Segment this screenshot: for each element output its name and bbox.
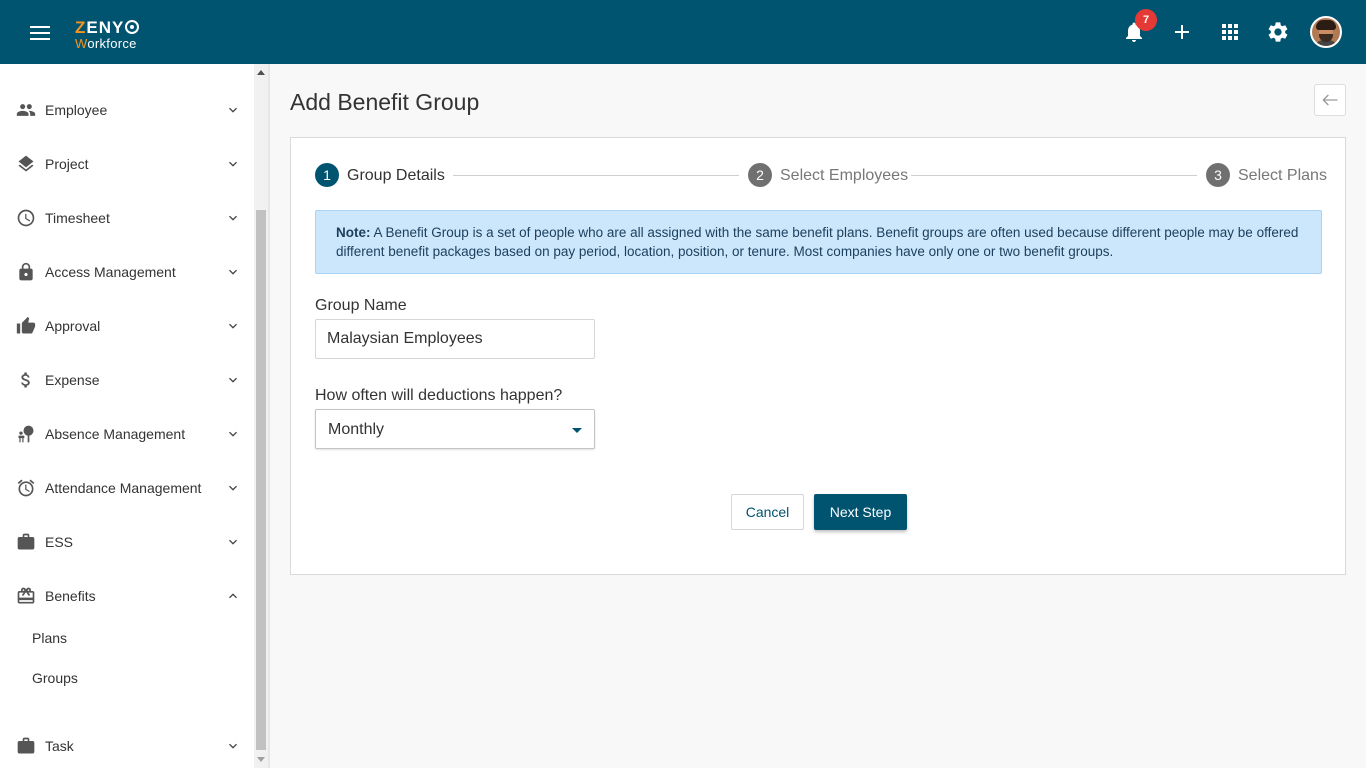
layers-icon xyxy=(18,155,34,172)
people-icon xyxy=(16,104,36,116)
group-name-label: Group Name xyxy=(315,297,407,314)
scroll-down-arrow[interactable] xyxy=(257,757,265,762)
logo-text-bottom: orkforce xyxy=(87,36,137,51)
arrow-left-icon xyxy=(1322,94,1338,106)
sidebar-item-label: Employee xyxy=(45,102,108,118)
sidebar-item-label: Task xyxy=(45,738,74,754)
chevron-down-icon xyxy=(229,215,237,221)
sidebar-item-absence-management[interactable]: Absence Management xyxy=(0,414,254,458)
chevron-down-icon xyxy=(229,431,237,437)
notification-badge: 7 xyxy=(1135,9,1157,31)
sidebar-item-label: Access Management xyxy=(45,264,176,280)
sidebar-item-label: Benefits xyxy=(45,588,96,604)
scroll-thumb[interactable] xyxy=(256,210,266,750)
deductions-select[interactable]: Monthly xyxy=(315,409,595,449)
page-title: Add Benefit Group xyxy=(290,89,480,115)
briefcase-icon xyxy=(17,533,35,550)
chevron-down-icon xyxy=(229,269,237,275)
step-connector xyxy=(453,175,739,176)
deductions-label: How often will deductions happen? xyxy=(315,387,563,404)
chevron-down-icon xyxy=(229,107,237,113)
chevron-down-icon xyxy=(229,539,237,545)
alarm-icon xyxy=(17,479,35,497)
sidebar-item-label: Approval xyxy=(45,318,101,334)
chevron-down-icon xyxy=(229,485,237,491)
step-2-label: Select Employees xyxy=(780,167,909,184)
avatar[interactable] xyxy=(1310,16,1342,48)
chevron-down-icon xyxy=(229,377,237,383)
sidebar-item-approval[interactable]: Approval xyxy=(0,306,254,350)
sidebar-item-attendance-management[interactable]: Attendance Management xyxy=(0,468,254,512)
sidebar-item-project[interactable]: Project xyxy=(0,144,254,188)
sidebar-item-expense[interactable]: Expense xyxy=(0,360,254,404)
sidebar-item-label: Expense xyxy=(45,372,100,388)
chevron-down-icon xyxy=(229,743,237,749)
info-note: Note: A Benefit Group is a set of people… xyxy=(315,210,1322,274)
sidebar-scrollbar[interactable] xyxy=(254,64,268,768)
sidebar-item-timesheet[interactable]: Timesheet xyxy=(0,198,254,242)
briefcase-icon xyxy=(17,737,35,754)
sidebar-item-ess[interactable]: ESS xyxy=(0,522,254,566)
sidebar-item-benefits[interactable]: Benefits xyxy=(0,576,254,620)
sidebar-item-label: Project xyxy=(45,156,89,172)
step-2-number: 2 xyxy=(748,163,772,187)
lock-icon xyxy=(19,262,33,281)
sidebar-item-label: Absence Management xyxy=(45,426,186,442)
back-button[interactable] xyxy=(1314,84,1346,116)
group-name-input[interactable] xyxy=(315,319,595,359)
caret-down-icon xyxy=(572,428,582,433)
chevron-down-icon xyxy=(229,161,237,167)
step-3-label: Select Plans xyxy=(1238,167,1327,184)
step-1-label: Group Details xyxy=(347,167,445,184)
next-step-button[interactable]: Next Step xyxy=(814,494,907,530)
sidebar: Employee Project Timesheet Access Manage… xyxy=(0,64,254,768)
deductions-select-value: Monthly xyxy=(328,421,385,438)
dollar-icon xyxy=(21,372,30,388)
thumbs-up-icon xyxy=(16,316,36,334)
logo-w: W xyxy=(75,36,88,51)
clock-icon xyxy=(17,209,35,227)
sidebar-subitem-groups[interactable]: Groups xyxy=(32,670,78,686)
note-text: A Benefit Group is a set of people who a… xyxy=(336,225,1299,259)
gift-card-icon xyxy=(17,587,35,604)
scroll-up-arrow[interactable] xyxy=(257,70,265,75)
sidebar-item-label: Attendance Management xyxy=(45,480,202,496)
gear-icon[interactable] xyxy=(1266,20,1290,44)
sidebar-item-access-management[interactable]: Access Management xyxy=(0,252,254,296)
sidebar-item-task[interactable]: Task xyxy=(0,726,254,768)
beach-icon xyxy=(18,425,34,443)
step-1-number: 1 xyxy=(315,163,339,187)
chevron-up-icon xyxy=(229,593,237,599)
chevron-down-icon xyxy=(229,323,237,329)
sidebar-item-label: ESS xyxy=(45,534,74,550)
cancel-button[interactable]: Cancel xyxy=(731,494,804,530)
step-connector xyxy=(911,175,1197,176)
step-3-number: 3 xyxy=(1206,163,1230,187)
note-prefix: Note: xyxy=(336,225,371,240)
sidebar-subitem-plans[interactable]: Plans xyxy=(32,630,67,646)
plus-icon[interactable] xyxy=(1170,20,1194,44)
sidebar-item-label: Timesheet xyxy=(45,210,110,226)
sidebar-divider xyxy=(268,64,270,768)
menu-icon[interactable] xyxy=(30,26,50,40)
form-card: 1 Group Details 2 Select Employees 3 Sel… xyxy=(290,137,1346,575)
logo-text-top: ENY xyxy=(86,18,125,37)
apps-grid-icon[interactable] xyxy=(1218,20,1242,44)
top-bar: ZENY Workforce 7 xyxy=(0,0,1366,64)
sidebar-item-employee[interactable]: Employee xyxy=(0,90,254,134)
logo: ZENY Workforce xyxy=(75,18,140,51)
